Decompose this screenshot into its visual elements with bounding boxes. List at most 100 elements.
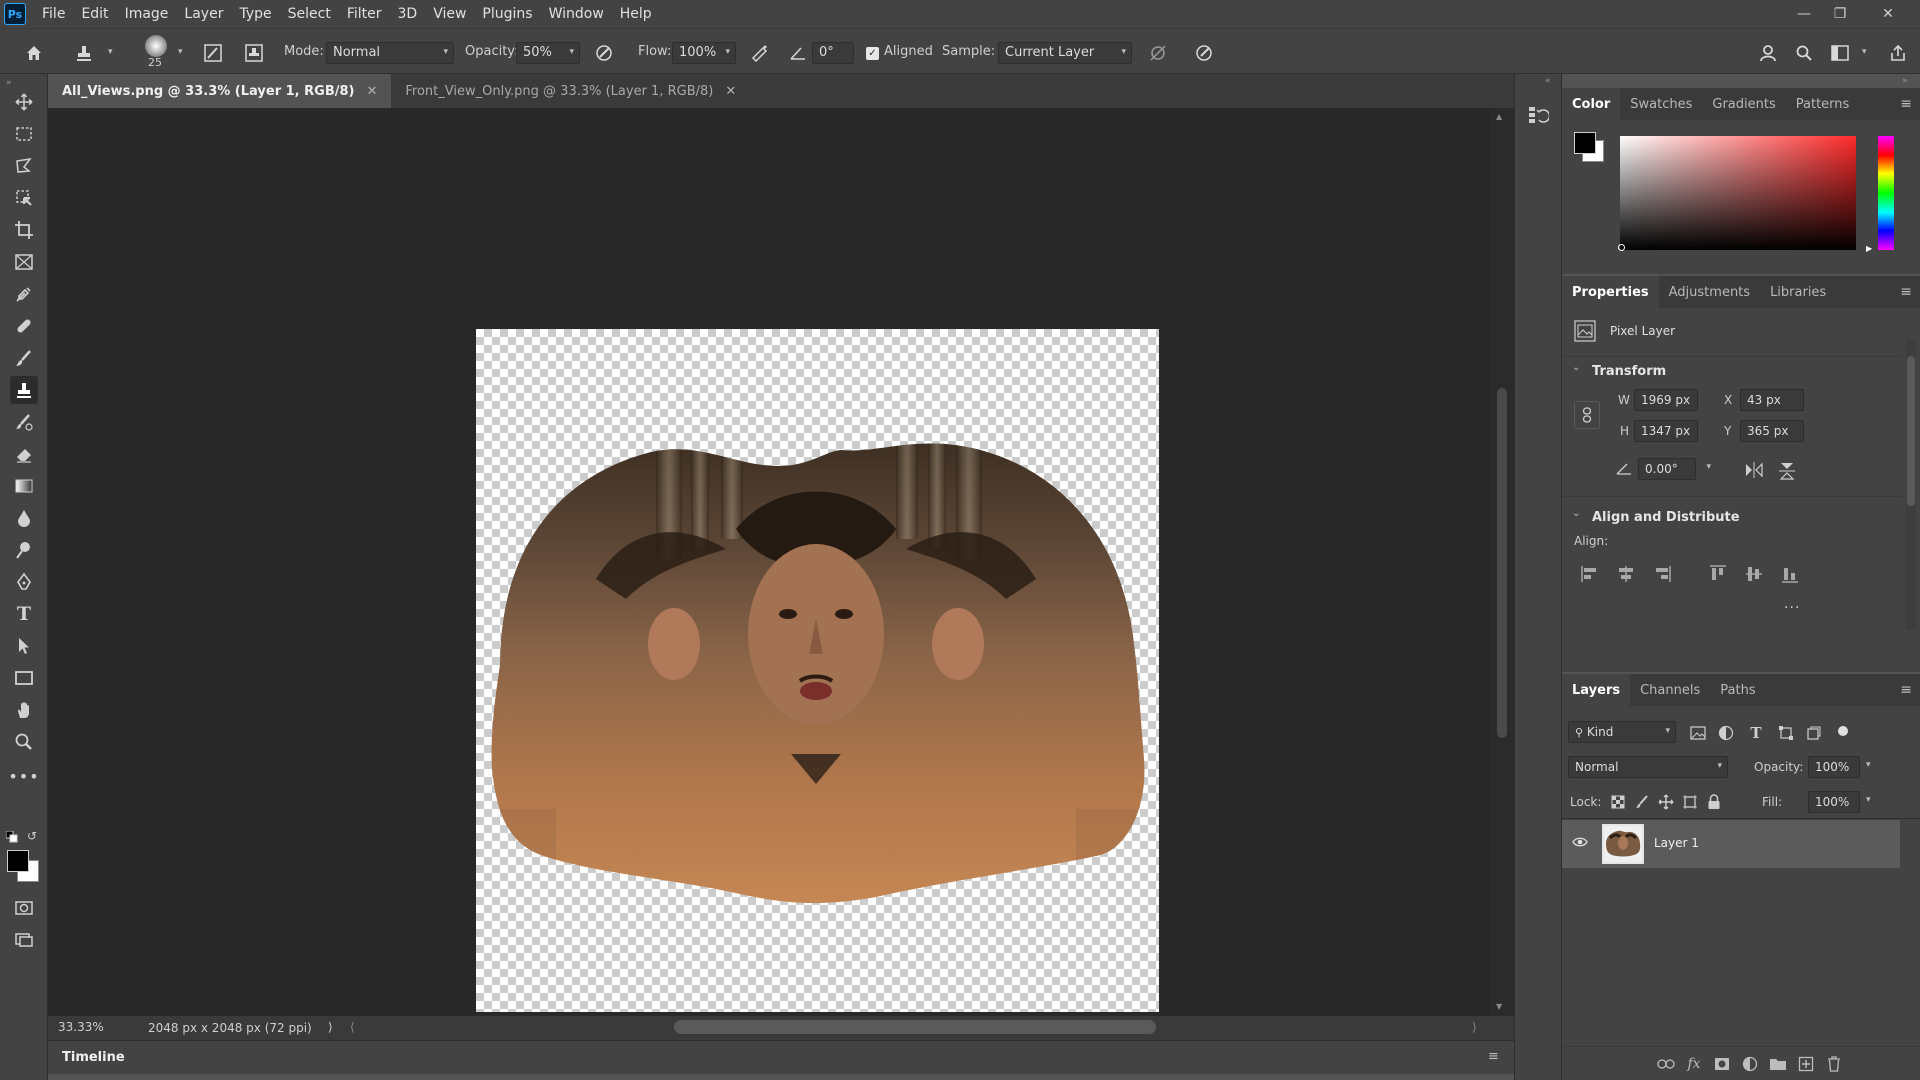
more-tools-icon[interactable]: •••	[8, 762, 38, 790]
filter-toggle[interactable]	[1838, 726, 1848, 736]
tab-gradients[interactable]: Gradients	[1702, 88, 1785, 120]
crop-tool-icon[interactable]	[10, 216, 38, 244]
brush-tip-icon[interactable]	[145, 35, 167, 57]
layer-filter-select[interactable]: ⚲ Kind ▾	[1568, 721, 1676, 743]
tab-color[interactable]: Color	[1562, 88, 1621, 120]
more-options-button[interactable]: ...	[1784, 596, 1800, 612]
align-right-edges-icon[interactable]	[1652, 564, 1672, 584]
lock-all-icon[interactable]	[1704, 792, 1724, 812]
history-brush-tool-icon[interactable]	[10, 408, 38, 436]
horizontal-scroll-thumb[interactable]	[674, 1020, 1156, 1034]
filter-pixel-icon[interactable]	[1688, 723, 1708, 743]
zoom-tool-icon[interactable]	[10, 728, 38, 756]
menu-image[interactable]: Image	[117, 0, 177, 28]
mode-select[interactable]: Normal ▾	[326, 42, 454, 64]
tab-all-views[interactable]: All_Views.png @ 33.3% (Layer 1, RGB/8) ✕	[48, 74, 392, 108]
pressure-opacity-icon[interactable]	[592, 41, 616, 65]
menu-view[interactable]: View	[425, 0, 474, 28]
align-vertical-centers-icon[interactable]	[1744, 564, 1764, 584]
pressure-size-icon[interactable]	[1192, 41, 1216, 65]
align-horizontal-centers-icon[interactable]	[1616, 564, 1636, 584]
home-icon[interactable]	[22, 41, 46, 65]
quick-mask-icon[interactable]	[10, 894, 38, 922]
rectangle-tool-icon[interactable]	[10, 664, 38, 692]
width-input[interactable]: 1969 px	[1634, 389, 1698, 411]
eyedropper-tool-icon[interactable]	[10, 280, 38, 308]
height-input[interactable]: 1347 px	[1634, 420, 1698, 442]
menu-3d[interactable]: 3D	[390, 0, 426, 28]
filter-type-icon[interactable]: T	[1746, 723, 1766, 743]
blend-mode-select[interactable]: Normal ▾	[1568, 756, 1728, 778]
link-icon[interactable]	[1574, 401, 1600, 429]
workspace-icon[interactable]	[1828, 41, 1852, 65]
filter-shape-icon[interactable]	[1776, 723, 1796, 743]
align-left-edges-icon[interactable]	[1580, 564, 1600, 584]
brush-settings-icon[interactable]	[201, 41, 225, 65]
airbrush-icon[interactable]	[748, 41, 772, 65]
chevron-down-icon[interactable]: ▾	[1706, 462, 1711, 472]
path-selection-tool-icon[interactable]	[10, 632, 38, 660]
layer-opacity-input[interactable]: 100%	[1808, 756, 1860, 778]
close-icon[interactable]: ✕	[366, 84, 377, 99]
color-field[interactable]	[1620, 136, 1856, 250]
hand-tool-icon[interactable]	[10, 696, 38, 724]
tab-adjustments[interactable]: Adjustments	[1659, 276, 1760, 308]
blur-tool-icon[interactable]	[10, 504, 38, 532]
minimize-icon[interactable]: —	[1786, 0, 1822, 28]
chevron-down-icon[interactable]: ▾	[1866, 795, 1871, 805]
scroll-down-icon[interactable]: ▼	[1496, 1002, 1502, 1011]
filter-smart-object-icon[interactable]	[1804, 723, 1824, 743]
align-distribute-title[interactable]: Align and Distribute	[1592, 510, 1740, 525]
flip-horizontal-icon[interactable]	[1744, 461, 1764, 479]
layer-thumbnail[interactable]	[1602, 824, 1644, 864]
menu-type[interactable]: Type	[231, 0, 279, 28]
gradient-tool-icon[interactable]	[10, 472, 38, 500]
lock-image-pixels-icon[interactable]	[1632, 792, 1652, 812]
filter-adjustment-icon[interactable]	[1716, 723, 1736, 743]
menu-window[interactable]: Window	[541, 0, 612, 28]
lock-artboard-icon[interactable]	[1680, 792, 1700, 812]
chevron-down-icon[interactable]: ▾	[1866, 760, 1871, 770]
clone-stamp-tool-icon[interactable]	[10, 376, 38, 404]
restore-icon[interactable]: ❐	[1822, 0, 1858, 28]
aligned-checkbox[interactable]: ✓	[866, 47, 879, 60]
share-user-icon[interactable]	[1756, 41, 1780, 65]
menu-layer[interactable]: Layer	[176, 0, 231, 28]
menu-file[interactable]: File	[34, 0, 73, 28]
panel-menu-icon[interactable]: ≡	[1900, 284, 1912, 300]
scroll-right-icon[interactable]: ⟩	[1472, 1020, 1477, 1034]
menu-edit[interactable]: Edit	[73, 0, 116, 28]
foreground-color-swatch[interactable]	[7, 850, 29, 872]
collapse-icon[interactable]: »	[1902, 76, 1908, 86]
scroll-left-icon[interactable]: ⟨	[350, 1020, 355, 1034]
tab-properties[interactable]: Properties	[1562, 276, 1659, 308]
menu-plugins[interactable]: Plugins	[474, 0, 540, 28]
sample-select[interactable]: Current Layer ▾	[998, 42, 1132, 64]
healing-brush-tool-icon[interactable]	[10, 312, 38, 340]
tab-libraries[interactable]: Libraries	[1760, 276, 1836, 308]
visibility-eye-icon[interactable]	[1572, 836, 1588, 848]
swap-colors-icon[interactable]: ↺	[27, 829, 37, 843]
brush-tool-icon[interactable]	[10, 344, 38, 372]
scroll-up-icon[interactable]: ▲	[1496, 112, 1502, 121]
expand-toolbar-icon[interactable]: »	[6, 78, 12, 88]
share-icon[interactable]	[1886, 41, 1910, 65]
default-colors-icon[interactable]	[6, 831, 18, 843]
collapse-icon[interactable]: «	[1545, 76, 1551, 86]
timeline-title[interactable]: Timeline	[62, 1050, 125, 1065]
panel-menu-icon[interactable]: ≡	[1900, 96, 1912, 112]
eraser-tool-icon[interactable]	[10, 440, 38, 468]
y-input[interactable]: 365 px	[1740, 420, 1804, 442]
frame-tool-icon[interactable]	[10, 248, 38, 276]
type-tool-icon[interactable]: T	[10, 600, 38, 628]
dodge-tool-icon[interactable]	[10, 536, 38, 564]
panel-menu-icon[interactable]: ≡	[1900, 682, 1912, 698]
color-picker-marker[interactable]	[1618, 244, 1625, 251]
vertical-scroll-thumb[interactable]	[1497, 388, 1507, 738]
screen-mode-icon[interactable]	[10, 926, 38, 954]
zoom-level[interactable]: 33.33%	[58, 1020, 104, 1034]
close-window-icon[interactable]: ✕	[1870, 0, 1906, 28]
fx-icon[interactable]: fx	[1684, 1054, 1704, 1074]
chevron-down-icon[interactable]: ⌄	[1572, 362, 1580, 373]
marquee-tool-icon[interactable]	[10, 120, 38, 148]
